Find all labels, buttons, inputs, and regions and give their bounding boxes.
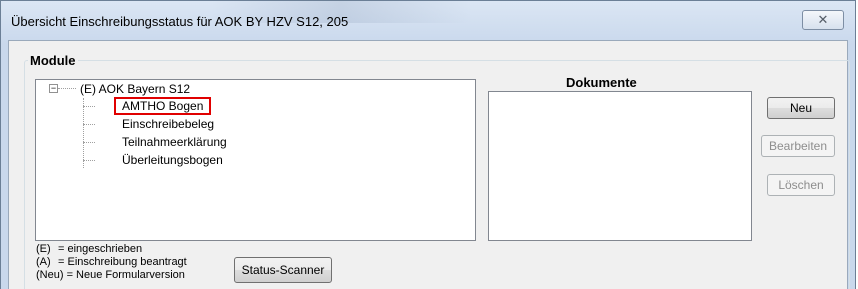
legend-key: (Neu) (36, 269, 64, 281)
edit-button[interactable]: Bearbeiten (761, 135, 835, 157)
window-title: Übersicht Einschreibungsstatus für AOK B… (11, 14, 349, 29)
close-icon: ✕ (817, 12, 829, 27)
tree-root-node[interactable]: (E) AOK Bayern S12 (80, 82, 190, 96)
delete-button[interactable]: Löschen (767, 174, 835, 196)
documents-list[interactable] (488, 91, 752, 241)
legend-key: (A) (36, 256, 51, 268)
tree-node-einschreibebeleg[interactable]: Einschreibebeleg (120, 117, 216, 131)
tree-connector (58, 88, 76, 89)
tree-connector (83, 160, 95, 161)
legend-text: = Neue Formularversion (66, 269, 185, 281)
tree-connector (83, 98, 84, 168)
new-button[interactable]: Neu (767, 97, 835, 119)
legend-row: (E) = eingeschrieben (36, 243, 142, 255)
tree-node-ueberleitungsbogen[interactable]: Überleitungsbogen (120, 153, 225, 167)
legend-text: = Einschreibung beantragt (58, 256, 187, 268)
documents-label: Dokumente (566, 75, 637, 90)
tree-connector (83, 142, 95, 143)
module-tree[interactable]: − (E) AOK Bayern S12 AMTHO Bogen Einschr… (35, 79, 476, 241)
title-bar[interactable]: Übersicht Einschreibungsstatus für AOK B… (1, 1, 855, 41)
tree-connector (83, 124, 95, 125)
tree-node-teilnahmeerklaerung[interactable]: Teilnahmeerklärung (120, 135, 229, 149)
tree-collapse-toggle[interactable]: − (49, 84, 58, 93)
legend-row: (Neu) = Neue Formularversion (36, 269, 185, 281)
legend-text: = eingeschrieben (58, 243, 143, 255)
status-scanner-button[interactable]: Status-Scanner (234, 257, 332, 283)
tree-connector (83, 106, 95, 107)
module-group-label: Module (28, 53, 78, 68)
close-button[interactable]: ✕ (802, 10, 844, 30)
legend-row: (A) = Einschreibung beantragt (36, 256, 187, 268)
tree-node-amtho-bogen[interactable]: AMTHO Bogen (114, 97, 212, 115)
legend-key: (E) (36, 243, 51, 255)
